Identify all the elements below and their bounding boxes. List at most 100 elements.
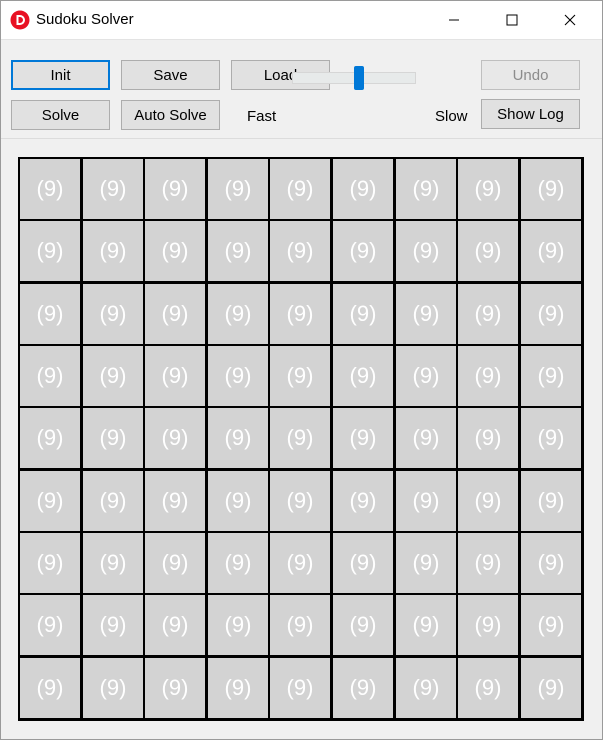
board-cell[interactable]: (9) [458,533,518,593]
auto-solve-button[interactable]: Auto Solve [121,100,220,130]
board-cell[interactable]: (9) [145,533,205,593]
board-cell[interactable]: (9) [83,533,143,593]
board-cell[interactable]: (9) [521,159,581,219]
board-cell[interactable]: (9) [145,221,205,281]
board-cell[interactable]: (9) [270,658,330,718]
board-cell[interactable]: (9) [145,159,205,219]
board-cell[interactable]: (9) [521,284,581,344]
speed-slider-thumb[interactable] [354,66,364,90]
board-cell[interactable]: (9) [458,595,518,655]
board-cell[interactable]: (9) [83,346,143,406]
board-cell[interactable]: (9) [20,471,80,531]
board-cell[interactable]: (9) [521,221,581,281]
board-cell[interactable]: (9) [208,533,268,593]
app-window: Sudoku Solver Init Save Load Undo Solve … [0,0,603,740]
board-cell[interactable]: (9) [145,284,205,344]
board-cell[interactable]: (9) [270,595,330,655]
board-cell[interactable]: (9) [396,658,456,718]
board-cell[interactable]: (9) [458,346,518,406]
board-cell[interactable]: (9) [83,221,143,281]
board-cell[interactable]: (9) [396,284,456,344]
maximize-icon [506,14,518,26]
board-cell[interactable]: (9) [458,471,518,531]
board-cell[interactable]: (9) [270,471,330,531]
board-cell[interactable]: (9) [333,346,393,406]
board-cell[interactable]: (9) [208,346,268,406]
board-cell[interactable]: (9) [521,595,581,655]
minimize-button[interactable] [431,1,477,39]
letter-d-app-icon [10,10,30,30]
board-cell[interactable]: (9) [20,346,80,406]
board-cell[interactable]: (9) [396,408,456,468]
board-cell[interactable]: (9) [270,159,330,219]
board-cell[interactable]: (9) [333,533,393,593]
board-cell[interactable]: (9) [458,408,518,468]
minimize-icon [448,14,460,26]
undo-button[interactable]: Undo [481,60,580,90]
board-cell[interactable]: (9) [396,221,456,281]
board-cell[interactable]: (9) [20,159,80,219]
board-cell[interactable]: (9) [521,471,581,531]
close-button[interactable] [547,1,593,39]
board-cell[interactable]: (9) [208,221,268,281]
board-cell[interactable]: (9) [458,221,518,281]
board-cell[interactable]: (9) [20,595,80,655]
board-cell[interactable]: (9) [270,533,330,593]
board-cell[interactable]: (9) [333,471,393,531]
board-cell[interactable]: (9) [458,284,518,344]
board-cell[interactable]: (9) [458,658,518,718]
board-cell[interactable]: (9) [20,658,80,718]
board-cell[interactable]: (9) [333,284,393,344]
board-cell[interactable]: (9) [396,595,456,655]
board-cell[interactable]: (9) [208,471,268,531]
board-cell[interactable]: (9) [270,408,330,468]
board-cell[interactable]: (9) [396,533,456,593]
toolbar: Init Save Load Undo Solve Auto Solve Fas… [1,39,602,139]
solve-button[interactable]: Solve [11,100,110,130]
board-cell[interactable]: (9) [145,595,205,655]
board-cell[interactable]: (9) [20,221,80,281]
board-cell[interactable]: (9) [270,284,330,344]
board-cell[interactable]: (9) [270,221,330,281]
board-cell[interactable]: (9) [208,658,268,718]
board-cell[interactable]: (9) [20,284,80,344]
save-button[interactable]: Save [121,60,220,90]
board-cell[interactable]: (9) [20,408,80,468]
board-cell[interactable]: (9) [333,159,393,219]
sudoku-board: (9) (9) (9) (9) (9) (9) (9) (9) (9) (9) (9) (9) (9)(… [18,157,584,721]
board-cell[interactable]: (9) [396,159,456,219]
board-cell[interactable]: (9) [83,471,143,531]
board-cell[interactable]: (9) [20,533,80,593]
init-button[interactable]: Init [11,60,110,90]
board-cell[interactable]: (9) [333,221,393,281]
window-title: Sudoku Solver [36,11,134,28]
board-cell[interactable]: (9) [83,658,143,718]
board-cell[interactable]: (9) [83,159,143,219]
board-cell[interactable]: (9) [208,284,268,344]
board-cell[interactable]: (9) [83,595,143,655]
close-icon [564,14,576,26]
board-cell[interactable]: (9) [521,408,581,468]
board-cell[interactable]: (9) [458,159,518,219]
title-bar[interactable]: Sudoku Solver [1,1,602,39]
board-cell[interactable]: (9) [333,658,393,718]
board-cell[interactable]: (9) [521,533,581,593]
board-cell[interactable]: (9) [83,284,143,344]
board-cell[interactable]: (9) [521,346,581,406]
show-log-button[interactable]: Show Log [481,99,580,129]
board-cell[interactable]: (9) [145,658,205,718]
board-cell[interactable]: (9) [208,408,268,468]
maximize-button[interactable] [489,1,535,39]
board-cell[interactable]: (9) [270,346,330,406]
board-cell[interactable]: (9) [145,346,205,406]
board-cell[interactable]: (9) [396,346,456,406]
board-cell[interactable]: (9) [208,595,268,655]
board-cell[interactable]: (9) [333,595,393,655]
board-cell[interactable]: (9) [208,159,268,219]
board-cell[interactable]: (9) [521,658,581,718]
board-cell[interactable]: (9) [396,471,456,531]
board-cell[interactable]: (9) [145,471,205,531]
board-cell[interactable]: (9) [145,408,205,468]
board-cell[interactable]: (9) [333,408,393,468]
board-cell[interactable]: (9) [83,408,143,468]
